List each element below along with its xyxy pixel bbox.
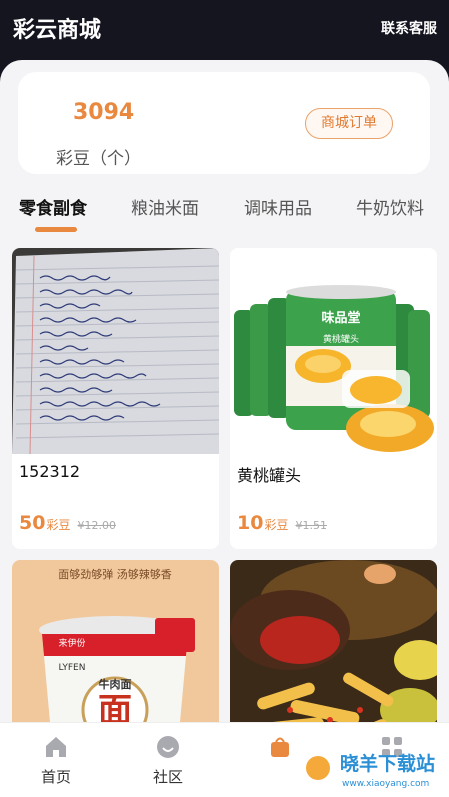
product-price: 50 — [19, 512, 46, 534]
mall-orders-button[interactable]: 商城订单 — [305, 108, 393, 139]
noodle-slogan-text: 面够劲够弹 汤够辣够香 — [58, 567, 172, 581]
nav-label: 社区 — [152, 768, 183, 786]
can-label-text: 黄桃罐头 — [323, 333, 359, 345]
active-tab-indicator — [35, 227, 77, 232]
points-unit-label: 彩豆（个） — [56, 149, 141, 169]
top-bar: 彩云商城 联系客服 — [0, 0, 449, 60]
product-price: 10 — [237, 512, 264, 534]
noodle-brand-en-text: LYFEN — [59, 663, 86, 673]
tab-seasoning[interactable]: 调味用品 — [244, 194, 312, 219]
product-name: 152312 — [19, 462, 81, 481]
noodle-brand-text: 来伊份 — [58, 637, 85, 649]
price-row: 10彩豆 ¥1.51 — [237, 512, 327, 534]
watermark-text: 晓羊下载站 — [340, 752, 435, 775]
can-brand-text: 味品堂 — [321, 310, 360, 326]
tab-snacks[interactable]: 零食副食 — [19, 194, 87, 219]
mall-icon — [271, 737, 289, 757]
price-unit: 彩豆 — [264, 518, 289, 532]
product-image-notebook — [12, 248, 219, 454]
original-price: ¥1.51 — [295, 519, 327, 532]
nav-item-community[interactable]: 社区 — [133, 733, 203, 787]
nav-label: 首页 — [40, 768, 71, 786]
tab-grain-oil[interactable]: 粮油米面 — [131, 194, 199, 219]
tab-milk-drinks[interactable]: 牛奶饮料 — [356, 194, 424, 219]
price-row: 50彩豆 ¥12.00 — [19, 512, 116, 534]
product-card[interactable]: 味品堂 黄桃罐头 黄桃罐头 10彩豆 ¥1.51 — [230, 248, 437, 549]
home-icon — [46, 737, 66, 757]
noodle-flavor-text: 牛肉面 — [99, 677, 132, 691]
price-unit: 彩豆 — [46, 518, 71, 532]
original-price: ¥12.00 — [77, 519, 116, 532]
nav-item-home[interactable]: 首页 — [21, 733, 91, 787]
product-image-canned-peach: 味品堂 黄桃罐头 — [230, 248, 437, 454]
watermark-site: www.xiaoyang.com — [342, 779, 429, 789]
contact-service-link[interactable]: 联系客服 — [381, 18, 437, 38]
product-card[interactable]: 152312 50彩豆 ¥12.00 — [12, 248, 219, 549]
points-card: 3094 彩豆（个） 商城订单 — [18, 72, 430, 174]
watermark-logo: 晓羊下载站 www.xiaoyang.com — [300, 748, 435, 789]
smile-icon — [157, 736, 179, 758]
category-tabs: 零食副食 粮油米面 调味用品 牛奶饮料 — [0, 188, 449, 234]
app-title: 彩云商城 — [13, 18, 102, 43]
main-sheet: 3094 彩豆（个） 商城订单 零食副食 粮油米面 调味用品 牛奶饮料 1523… — [0, 60, 449, 797]
points-value: 3094 — [73, 100, 135, 125]
product-name: 黄桃罐头 — [237, 466, 302, 485]
